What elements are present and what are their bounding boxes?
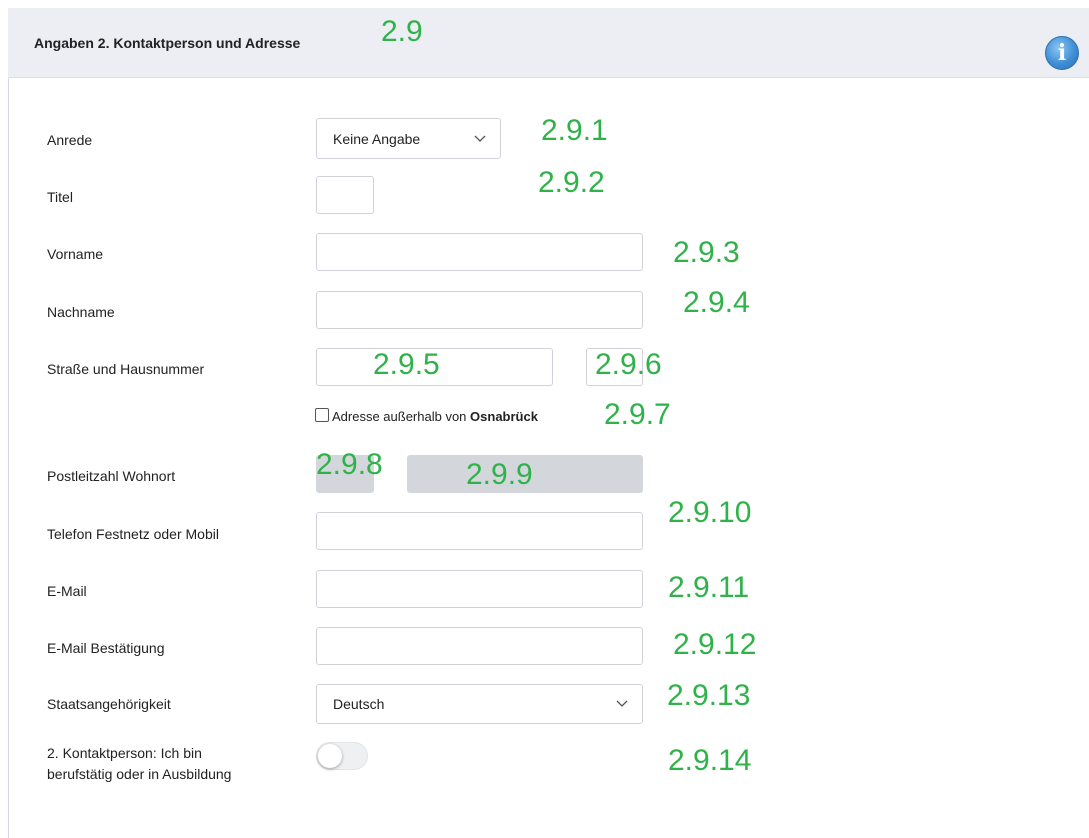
annotation-2-9-6: 2.9.6 (595, 348, 662, 381)
strasse-label: Straße und Hausnummer (47, 361, 205, 377)
berufstaetig-toggle[interactable] (316, 742, 368, 770)
email-confirm-label: E-Mail Bestätigung (47, 640, 165, 656)
vorname-label: Vorname (47, 246, 104, 262)
annotation-2-9-13: 2.9.13 (667, 679, 751, 712)
chevron-down-icon (474, 133, 486, 145)
annotation-2-9-11: 2.9.11 (668, 571, 750, 604)
staatsangehoerigkeit-label: Staatsangehörigkeit (47, 696, 171, 712)
annotation-2-9-2: 2.9.2 (538, 166, 605, 199)
telefon-input[interactable] (316, 512, 643, 550)
anrede-value: Keine Angabe (333, 130, 421, 147)
section-header: Angaben 2. Kontaktperson und Adresse i (8, 8, 1089, 78)
annotation-2-9-12: 2.9.12 (673, 628, 757, 661)
nachname-label: Nachname (47, 304, 115, 320)
annotation-2-9-8: 2.9.8 (316, 448, 383, 481)
toggle-knob (318, 744, 342, 768)
annotation-2-9-10: 2.9.10 (668, 496, 752, 529)
telefon-label: Telefon Festnetz oder Mobil (47, 526, 219, 542)
annotation-2-9-3: 2.9.3 (673, 236, 740, 269)
section-title: Angaben 2. Kontaktperson und Adresse (34, 35, 301, 51)
plz-label: Postleitzahl Wohnort (47, 468, 176, 484)
annotation-2-9: 2.9 (381, 15, 423, 48)
info-icon[interactable]: i (1045, 36, 1079, 70)
outside-osnabrueck-checkbox[interactable] (315, 408, 329, 422)
annotation-2-9-5: 2.9.5 (373, 348, 440, 381)
annotation-2-9-14: 2.9.14 (668, 744, 752, 777)
chevron-down-icon (616, 698, 628, 710)
email-confirm-input[interactable] (316, 627, 643, 665)
outside-label-prefix: Adresse außerhalb von (332, 409, 467, 424)
staatsangehoerigkeit-select[interactable]: Deutsch (316, 684, 643, 724)
titel-label: Titel (47, 189, 73, 205)
annotation-2-9-4: 2.9.4 (683, 286, 750, 319)
titel-input[interactable] (316, 176, 374, 214)
outside-osnabrueck-label: Adresse außerhalb von Osnabrück (332, 409, 538, 424)
annotation-2-9-9: 2.9.9 (466, 458, 533, 491)
berufstaetig-label-line1: 2. Kontaktperson: Ich bin (47, 745, 202, 761)
vorname-input[interactable] (316, 233, 643, 271)
berufstaetig-label-line2: berufstätig oder in Ausbildung (47, 766, 232, 782)
nachname-input[interactable] (316, 291, 643, 329)
anrede-select[interactable]: Keine Angabe (316, 118, 501, 159)
annotation-2-9-7: 2.9.7 (604, 398, 671, 431)
anrede-label: Anrede (47, 132, 93, 148)
staatsangehoerigkeit-value: Deutsch (333, 696, 385, 712)
outside-label-city: Osnabrück (470, 409, 538, 424)
email-label: E-Mail (47, 583, 87, 599)
email-input[interactable] (316, 570, 643, 608)
annotation-2-9-1: 2.9.1 (541, 114, 608, 147)
